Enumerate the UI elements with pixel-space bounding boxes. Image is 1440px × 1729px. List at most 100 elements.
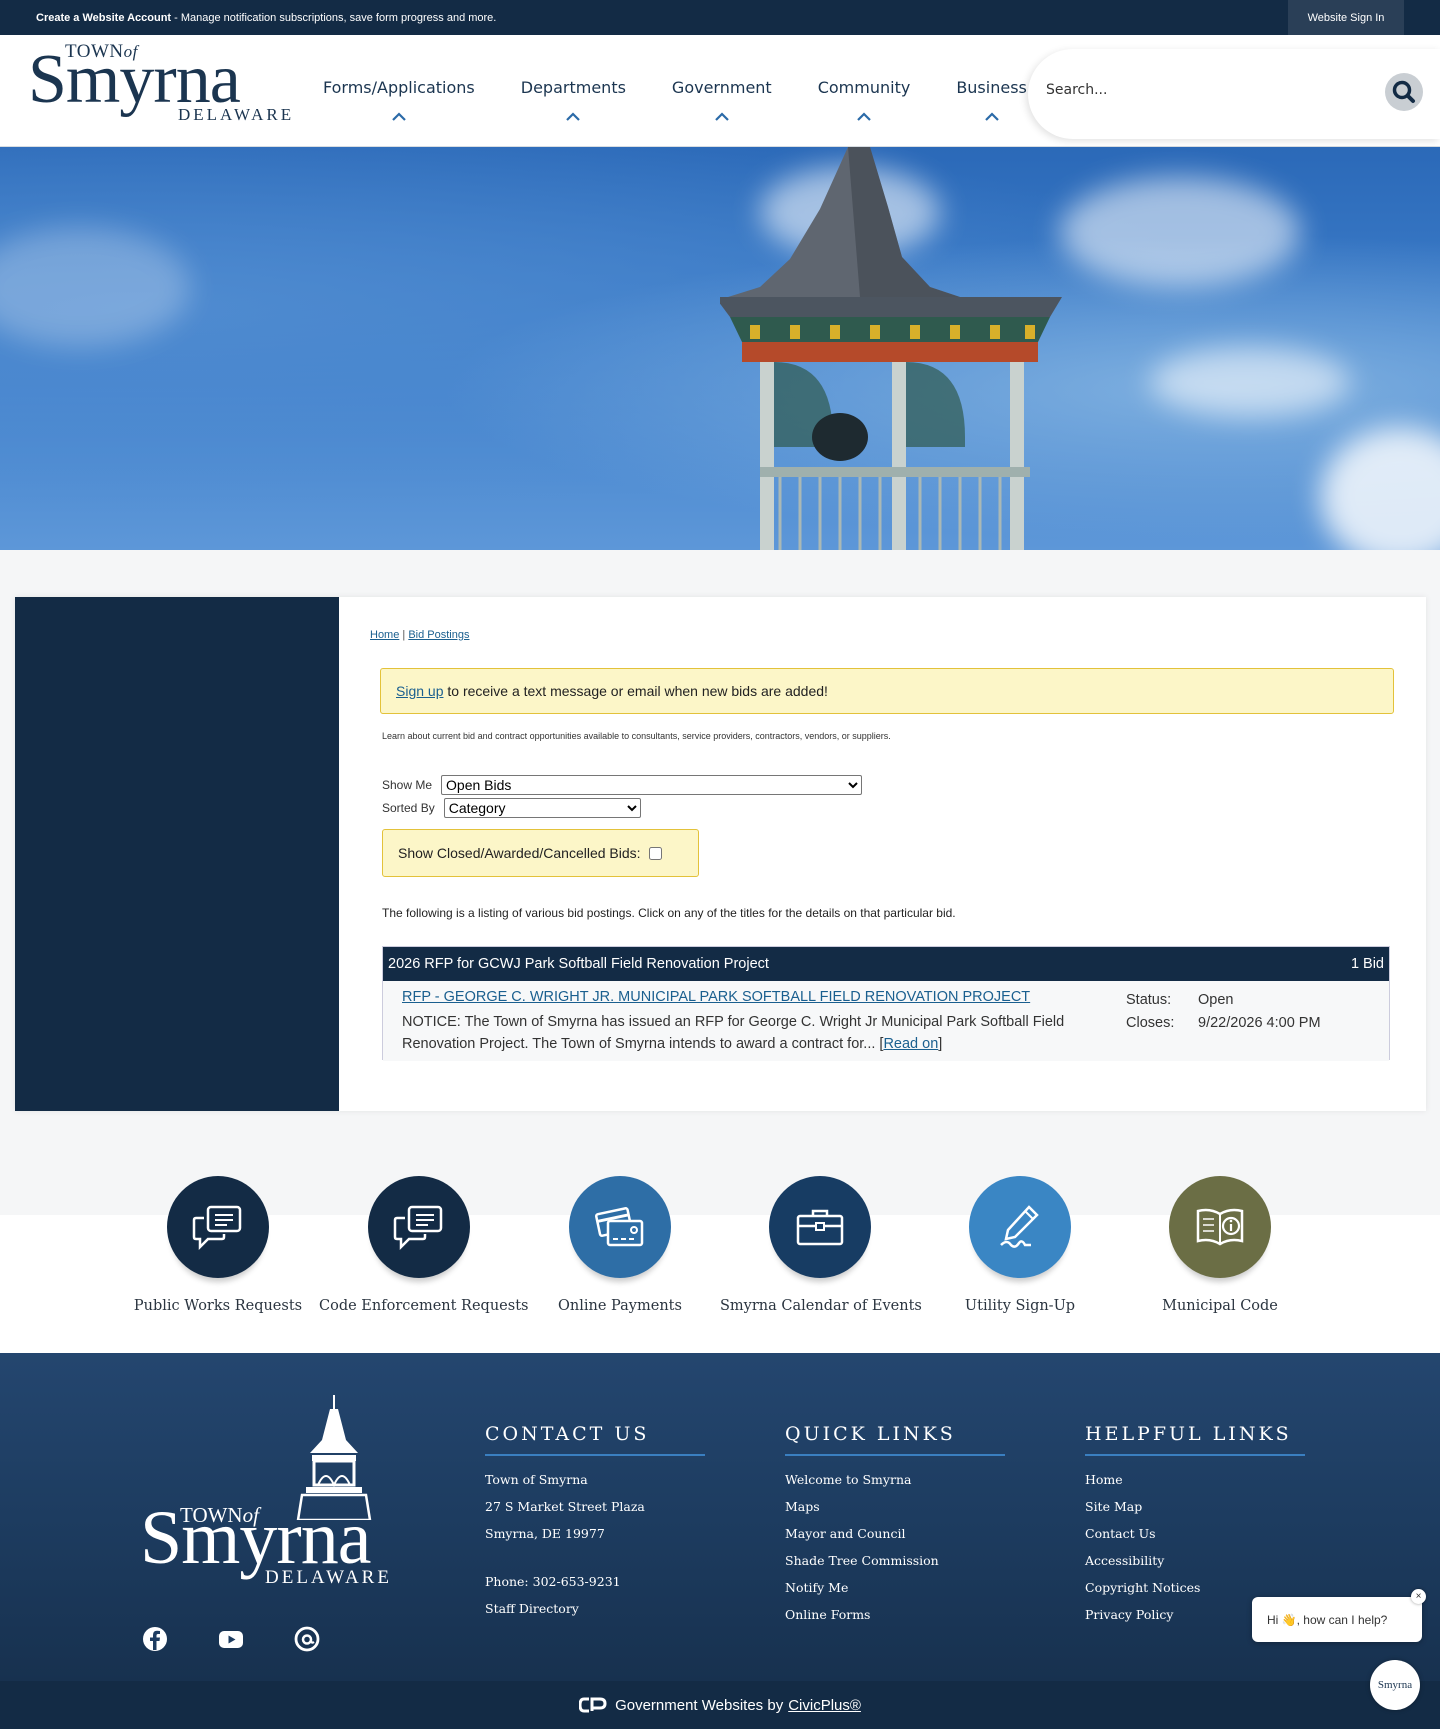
close-icon[interactable]: × (1411, 1589, 1426, 1604)
search-button[interactable] (1385, 73, 1423, 111)
bid-description: NOTICE: The Town of Smyrna has issued an… (402, 1014, 1065, 1052)
footer-link[interactable]: Shade Tree Commission (785, 1553, 1025, 1569)
main-content: Home | Bid Postings Sign up to receive a… (339, 597, 1426, 1111)
contact-address2: Smyrna, DE 19977 (485, 1526, 605, 1541)
quick-link-label: Public Works Requests (133, 1298, 303, 1314)
sorted-by-select[interactable]: Category (443, 798, 641, 818)
nav-community[interactable]: Community (795, 35, 934, 147)
bid-row: RFP - GEORGE C. WRIGHT JR. MUNICIPAL PAR… (383, 981, 1389, 1061)
search-icon (1392, 80, 1415, 103)
chat-bubbles-icon (192, 1205, 242, 1250)
nav-label: Government (671, 78, 772, 97)
chat-greeting-bubble[interactable]: Hi 👋, how can I help? × (1252, 1589, 1426, 1642)
chevron-up-icon[interactable] (714, 109, 730, 123)
civicplus-link[interactable]: CivicPlus® (788, 1697, 861, 1714)
footer-link[interactable]: Welcome to Smyrna (785, 1472, 1025, 1488)
footer-link[interactable]: Home (1085, 1472, 1325, 1488)
show-me-row: Show Me Open Bids (382, 775, 863, 795)
nav-label: Community (817, 78, 911, 97)
youtube-icon[interactable] (218, 1626, 244, 1652)
footer-logo-state: DELAWARE (265, 1567, 392, 1588)
nav-forms-applications[interactable]: Forms/Applications (300, 35, 498, 147)
quick-link-label: Utility Sign-Up (964, 1298, 1076, 1314)
civicplus-logo-icon (579, 1697, 607, 1713)
contact-phone[interactable]: Phone: 302-653-9231 (485, 1574, 725, 1590)
footer-link[interactable]: Site Map (1085, 1499, 1325, 1515)
facebook-icon[interactable] (142, 1626, 168, 1652)
quick-link-circle[interactable] (368, 1176, 470, 1278)
create-account-link[interactable]: Create a Website Account (36, 12, 171, 24)
show-closed-checkbox[interactable] (648, 846, 662, 860)
sign-up-link[interactable]: Sign up (396, 683, 443, 699)
show-me-label: Show Me (382, 778, 433, 792)
read-on-link[interactable]: Read on (883, 1036, 938, 1052)
quick-link-code-enforcement[interactable]: Code Enforcement Requests (319, 1176, 529, 1314)
signup-alert: Sign up to receive a text message or ema… (380, 668, 1394, 714)
create-account-message[interactable]: Create a Website Account - Manage notifi… (36, 12, 496, 24)
nav-label: Business (956, 78, 1027, 97)
nav-label: Forms/Applications (323, 78, 475, 97)
signup-alert-text: to receive a text message or email when … (443, 683, 828, 699)
sorted-by-label: Sorted By (382, 801, 435, 815)
breadcrumb-home[interactable]: Home (370, 629, 399, 641)
footer-contact: CONTACT US Town of Smyrna 27 S Market St… (485, 1423, 725, 1617)
footer-contact-heading: CONTACT US (485, 1423, 705, 1456)
chevron-up-icon[interactable] (856, 109, 872, 123)
status-label: Status: (1126, 992, 1172, 1008)
breadcrumb: Home | Bid Postings (370, 629, 469, 641)
bid-title-link[interactable]: RFP - GEORGE C. WRIGHT JR. MUNICIPAL PAR… (402, 989, 1030, 1005)
bid-count: 1 Bid (1350, 956, 1384, 972)
footer-link[interactable]: Contact Us (1085, 1526, 1325, 1542)
chat-launcher-avatar[interactable]: Smyrna (1370, 1660, 1420, 1710)
pen-signature-icon (1000, 1205, 1039, 1248)
info-book-icon (1196, 1208, 1244, 1246)
show-me-select[interactable]: Open Bids (441, 775, 863, 795)
footer-link[interactable]: Copyright Notices (1085, 1580, 1325, 1596)
quick-link-utility-signup[interactable]: Utility Sign-Up (920, 1176, 1120, 1314)
quick-link-circle[interactable] (769, 1176, 871, 1278)
civicplus-bar: Government Websites by CivicPlus® (0, 1681, 1440, 1729)
quick-link-circle[interactable] (1169, 1176, 1271, 1278)
footer-helpful-links: HELPFUL LINKS Home Site Map Contact Us A… (1085, 1423, 1325, 1623)
quick-link-label: Code Enforcement Requests (319, 1298, 529, 1314)
nav-government[interactable]: Government (649, 35, 795, 147)
breadcrumb-separator: | (402, 629, 406, 641)
hero-banner (0, 147, 1440, 550)
footer-logo[interactable]: TOWNof Smyrna DELAWARE (140, 1395, 410, 1595)
quick-link-circle[interactable] (569, 1176, 671, 1278)
quick-link-circle[interactable] (969, 1176, 1071, 1278)
footer-link[interactable]: Mayor and Council (785, 1526, 1025, 1542)
quick-link-online-payments[interactable]: Online Payments (520, 1176, 720, 1314)
footer-helpful-links-heading: HELPFUL LINKS (1085, 1423, 1305, 1456)
chevron-up-icon[interactable] (565, 109, 581, 123)
site-header: TOWNof Smyrna DELAWARE Forms/Application… (0, 35, 1440, 147)
quick-link-calendar-events[interactable]: Smyrna Calendar of Events (720, 1176, 922, 1314)
nav-departments[interactable]: Departments (498, 35, 649, 147)
intro-text: Learn about current bid and contract opp… (382, 731, 891, 741)
footer-link[interactable]: Notify Me (785, 1580, 1025, 1596)
listing-note: The following is a listing of various bi… (382, 906, 956, 920)
quick-link-public-works[interactable]: Public Works Requests (118, 1176, 318, 1314)
quick-link-label: Smyrna Calendar of Events (720, 1298, 922, 1314)
threads-icon[interactable] (294, 1626, 320, 1652)
chat-greeting-text: Hi 👋, how can I help? (1267, 1612, 1388, 1627)
breadcrumb-bid-postings[interactable]: Bid Postings (408, 629, 469, 641)
search-input[interactable] (1046, 71, 1346, 109)
bid-meta: Status: Open Closes: 9/22/2026 4:00 PM (1126, 989, 1321, 1035)
civicplus-text: Government Websites by (615, 1696, 784, 1714)
staff-directory-link[interactable]: Staff Directory (485, 1601, 725, 1617)
site-logo[interactable]: TOWNof Smyrna DELAWARE (28, 39, 291, 131)
chat-bubbles-icon (393, 1205, 443, 1250)
quick-link-label: Municipal Code (1162, 1298, 1278, 1314)
footer-link[interactable]: Maps (785, 1499, 1025, 1515)
show-closed-label: Show Closed/Awarded/Cancelled Bids: (398, 845, 641, 861)
main-nav: Forms/Applications Departments Governmen… (300, 35, 1050, 147)
search-box (1028, 49, 1440, 139)
footer-link[interactable]: Online Forms (785, 1607, 1025, 1623)
quick-link-circle[interactable] (167, 1176, 269, 1278)
chevron-up-icon[interactable] (391, 109, 407, 123)
footer-link[interactable]: Accessibility (1085, 1553, 1325, 1569)
website-sign-in-button[interactable]: Website Sign In (1288, 0, 1404, 35)
chevron-up-icon[interactable] (984, 109, 1000, 123)
quick-link-municipal-code[interactable]: Municipal Code (1120, 1176, 1320, 1314)
